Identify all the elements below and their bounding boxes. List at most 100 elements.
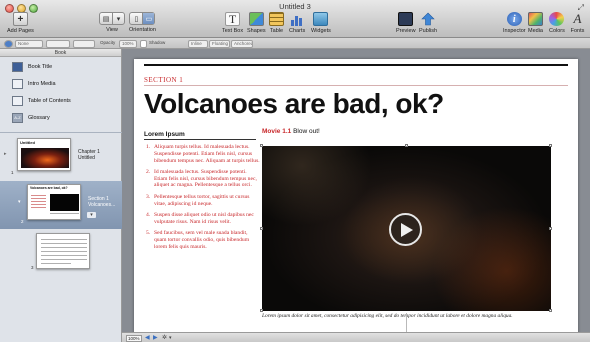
disclosure-triangle-icon[interactable]: ▸ xyxy=(4,151,7,157)
body-caption[interactable]: Lorem ipsum dolor sit amet, consectetur … xyxy=(262,313,562,320)
inline-button[interactable]: Inline xyxy=(188,39,208,48)
publish-arrow-icon xyxy=(421,12,436,26)
fonts-icon: A xyxy=(573,11,582,26)
add-pages-button[interactable]: + Add Pages xyxy=(7,12,34,34)
list-item-text: Suspen disse aliquet odio ut nisl dapibu… xyxy=(154,211,254,225)
section-menu-chevron-icon[interactable]: ▾ xyxy=(87,212,96,218)
widgets-icon xyxy=(313,12,329,26)
media-label: Media xyxy=(528,28,543,34)
info-icon: i xyxy=(506,12,522,26)
page-canvas: SECTION 1 Volcanoes are bad, ok? Lorem I… xyxy=(122,49,590,332)
floating-button[interactable]: Floating xyxy=(209,39,230,48)
movie-caption[interactable]: Movie 1.1 Blow out! xyxy=(262,128,320,135)
fill-dropdown[interactable] xyxy=(46,39,70,48)
widgets-label: Widgets xyxy=(311,28,331,34)
add-pages-label: Add Pages xyxy=(7,28,34,34)
list-number: 4. xyxy=(146,211,151,218)
publish-label: Publish xyxy=(419,28,438,34)
publish-button[interactable]: Publish xyxy=(419,12,437,34)
text-line xyxy=(41,251,87,252)
table-button[interactable]: Table xyxy=(269,12,284,34)
preview-device-icon xyxy=(398,12,414,26)
view-menu-control[interactable]: ▤ ▾ xyxy=(99,12,125,25)
sidebar-item-table-of-contents[interactable]: Table of Contents xyxy=(12,96,71,106)
text-line xyxy=(50,213,79,214)
list-item: 3. Pellentesque tellus tortor, sagittis u… xyxy=(146,194,260,208)
inspector-button[interactable]: i Inspector xyxy=(503,12,526,34)
preview-label: Preview xyxy=(396,28,416,34)
sidebar-item-book-title[interactable]: Book Title xyxy=(12,62,52,72)
text-line xyxy=(41,259,87,260)
stroke-dropdown[interactable] xyxy=(73,39,95,48)
section-subtitle: Volcanoes... xyxy=(88,202,116,208)
toc-icon xyxy=(12,96,23,106)
shapes-button[interactable]: Shapes xyxy=(247,12,266,34)
numbered-list[interactable]: 1. Aliquam turpis tellus. Id malesuada le… xyxy=(146,144,260,255)
movie-label: Movie 1.1 xyxy=(262,128,292,135)
opacity-field[interactable]: 100% xyxy=(119,39,137,48)
table-label: Table xyxy=(269,28,284,34)
charts-label: Charts xyxy=(289,28,306,34)
list-item-text: Sed faucibus, sem vel male suada blandit… xyxy=(154,229,250,250)
page-title[interactable]: Volcanoes are bad, ok? xyxy=(144,88,444,120)
text-box-label: Text Box xyxy=(222,28,244,34)
section-page-number: 2 xyxy=(21,219,24,224)
plus-icon: + xyxy=(12,12,28,26)
section-thumbnail: Volcanoes are bad, ok? xyxy=(27,184,81,220)
shapes-label: Shapes xyxy=(247,28,266,34)
resize-handle[interactable] xyxy=(549,144,552,147)
shadow-checkbox[interactable] xyxy=(140,39,147,48)
list-item-text: Aliquam turpis tellus. Id malesuada lect… xyxy=(154,144,260,164)
fonts-button[interactable]: A Fonts xyxy=(570,11,585,34)
orientation-label: Orientation xyxy=(129,27,156,33)
gear-icon[interactable]: ✲ xyxy=(162,334,167,341)
resize-handle[interactable] xyxy=(260,227,263,230)
resize-handle[interactable] xyxy=(260,144,263,147)
resize-handle[interactable] xyxy=(260,309,263,312)
color-wheel-icon xyxy=(549,12,565,26)
landscape-icon[interactable]: ▭ xyxy=(142,13,155,24)
page-3-thumbnail xyxy=(36,233,90,269)
sidebar-item-section-1[interactable]: ▾ Volcanoes are bad, ok? 2 Section 1 Vol… xyxy=(0,181,122,229)
sidebar-item-page-3[interactable]: 3 xyxy=(0,231,122,275)
list-number: 3. xyxy=(146,193,151,200)
sidebar-item-chapter-1[interactable]: ▸ Untitled 1 Chapter 1 Untitled xyxy=(0,134,122,179)
widgets-button[interactable]: Widgets xyxy=(311,12,331,34)
portrait-icon[interactable]: ▯ xyxy=(130,13,142,24)
alignment-guide xyxy=(406,313,407,332)
resize-handle[interactable] xyxy=(549,227,552,230)
style-icon[interactable] xyxy=(4,39,13,48)
media-button[interactable]: Media xyxy=(528,12,543,34)
chapter-page-number: 1 xyxy=(11,170,14,175)
anchored-button[interactable]: Anchored xyxy=(231,39,253,48)
view-button[interactable]: ▤ ▾ View xyxy=(99,12,125,33)
disclosure-triangle-icon[interactable]: ▾ xyxy=(18,199,21,205)
colors-button[interactable]: Colors xyxy=(549,12,565,34)
zoom-field[interactable]: 100% xyxy=(126,334,142,342)
media-icon xyxy=(528,12,543,26)
resize-handle[interactable] xyxy=(549,309,552,312)
next-page-icon[interactable]: ▶ xyxy=(153,334,158,341)
preview-button[interactable]: Preview xyxy=(396,12,416,34)
chevron-down-icon[interactable]: ▾ xyxy=(169,335,172,341)
sidebar-item-intro-media[interactable]: Intro Media xyxy=(12,79,56,89)
section-thumb-title: Volcanoes are bad, ok? xyxy=(30,186,68,190)
chapter-subtitle: Untitled xyxy=(78,155,95,161)
text-box-button[interactable]: T Text Box xyxy=(222,12,244,35)
sidebar-text-heading[interactable]: Lorem Ipsum xyxy=(144,131,185,138)
play-button[interactable] xyxy=(389,213,422,246)
list-number: 5. xyxy=(146,229,151,236)
movie-widget[interactable] xyxy=(262,146,551,311)
page-3-number: 3 xyxy=(31,265,34,270)
table-icon xyxy=(269,12,284,26)
previous-page-icon[interactable]: ◀ xyxy=(145,334,150,341)
resize-handle[interactable] xyxy=(405,144,408,147)
book-title-icon xyxy=(12,62,23,72)
charts-button[interactable]: Charts xyxy=(289,12,305,34)
section-label[interactable]: SECTION 1 xyxy=(144,76,183,84)
orientation-segments[interactable]: ▯ ▭ xyxy=(129,12,156,25)
orientation-control[interactable]: ▯ ▭ Orientation xyxy=(129,12,156,33)
heading-rule xyxy=(144,139,256,140)
sidebar-item-glossary[interactable]: A-Z Glossary xyxy=(12,113,50,123)
style-dropdown[interactable]: None xyxy=(15,39,43,48)
